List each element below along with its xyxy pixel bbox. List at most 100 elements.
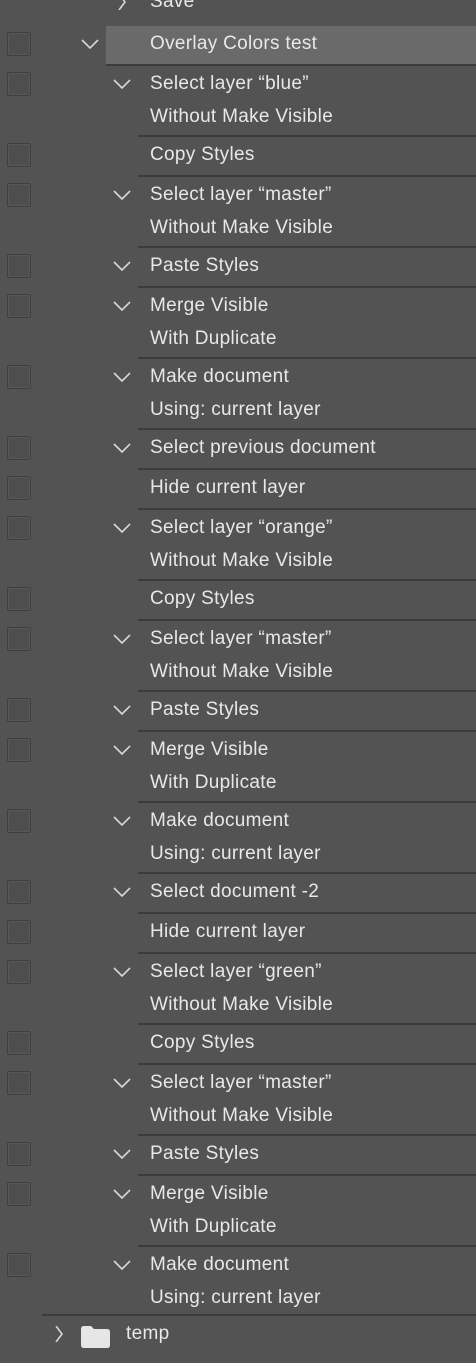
step-row[interactable]: Paste Styles: [0, 1134, 476, 1174]
chevron-down-icon[interactable]: [112, 1174, 132, 1214]
step-detail-row: Without Make Visible: [0, 543, 476, 579]
dialog-toggle-checkbox[interactable]: [7, 1182, 31, 1206]
chevron-down-icon[interactable]: [112, 690, 132, 730]
chevron-down-icon[interactable]: [112, 175, 132, 215]
row-label: Select layer “orange”: [150, 517, 333, 538]
dialog-toggle-checkbox[interactable]: [7, 143, 31, 167]
step-row[interactable]: Hide current layer: [0, 912, 476, 952]
dialog-toggle-checkbox[interactable]: [7, 920, 31, 944]
step-row[interactable]: Select document -2: [0, 872, 476, 912]
step-row[interactable]: Merge Visible: [0, 1174, 476, 1214]
step-detail-row: With Duplicate: [0, 765, 476, 801]
dialog-toggle-checkbox[interactable]: [7, 436, 31, 460]
chevron-right-icon[interactable]: [113, 0, 133, 20]
step-row[interactable]: Select layer “green”: [0, 952, 476, 992]
step-row[interactable]: Copy Styles: [0, 135, 476, 175]
step-row[interactable]: Select layer “master”: [0, 1063, 476, 1103]
chevron-down-icon[interactable]: [112, 64, 132, 104]
actions-panel-list[interactable]: Save Overlay Colors test Select layer “blu…: [0, 0, 476, 1348]
dialog-toggle-checkbox[interactable]: [7, 183, 31, 207]
action-set-row-temp[interactable]: temp: [0, 1314, 476, 1354]
dialog-toggle-checkbox[interactable]: [7, 516, 31, 540]
step-row[interactable]: Select previous document: [0, 428, 476, 468]
step-row[interactable]: Copy Styles: [0, 1023, 476, 1063]
chevron-down-icon[interactable]: [112, 246, 132, 286]
dialog-toggle-checkbox[interactable]: [7, 476, 31, 500]
row-label: Using: current layer: [150, 1287, 321, 1308]
step-row[interactable]: Select layer “master”: [0, 175, 476, 215]
row-label: Paste Styles: [150, 1143, 260, 1164]
step-detail-row: Using: current layer: [0, 392, 476, 428]
row-label: Make document: [150, 1254, 290, 1275]
step-row[interactable]: Make document: [0, 801, 476, 841]
dialog-toggle-checkbox[interactable]: [7, 738, 31, 762]
folder-icon: [81, 1323, 110, 1348]
chevron-down-icon[interactable]: [80, 24, 100, 64]
chevron-down-icon[interactable]: [112, 619, 132, 659]
chevron-down-icon[interactable]: [112, 428, 132, 468]
dialog-toggle-checkbox[interactable]: [7, 72, 31, 96]
chevron-down-icon[interactable]: [112, 508, 132, 548]
dialog-toggle-checkbox[interactable]: [7, 294, 31, 318]
step-row[interactable]: Merge Visible: [0, 286, 476, 326]
step-row[interactable]: Hide current layer: [0, 468, 476, 508]
chevron-down-icon[interactable]: [112, 1245, 132, 1285]
step-row[interactable]: Paste Styles: [0, 690, 476, 730]
row-label: With Duplicate: [150, 772, 277, 793]
step-detail-row: Using: current layer: [0, 1280, 476, 1316]
chevron-down-icon[interactable]: [112, 1063, 132, 1103]
step-row[interactable]: Make document: [0, 357, 476, 397]
row-label: Merge Visible: [150, 295, 269, 316]
dialog-toggle-checkbox[interactable]: [7, 809, 31, 833]
dialog-toggle-checkbox[interactable]: [7, 627, 31, 651]
step-row[interactable]: Merge Visible: [0, 730, 476, 770]
row-label: Overlay Colors test: [150, 33, 318, 54]
step-detail-row: Without Make Visible: [0, 1098, 476, 1134]
row-label: Paste Styles: [150, 255, 260, 276]
step-row[interactable]: Select layer “orange”: [0, 508, 476, 548]
row-label: Copy Styles: [150, 144, 255, 165]
chevron-down-icon[interactable]: [112, 730, 132, 770]
chevron-down-icon[interactable]: [112, 286, 132, 326]
chevron-down-icon[interactable]: [112, 801, 132, 841]
dialog-toggle-checkbox[interactable]: [7, 960, 31, 984]
row-label: Save: [150, 0, 195, 12]
row-label: Without Make Visible: [150, 1105, 334, 1126]
dialog-toggle-checkbox[interactable]: [7, 254, 31, 278]
chevron-down-icon[interactable]: [112, 1134, 132, 1174]
row-label: Without Make Visible: [150, 661, 334, 682]
row-label: Using: current layer: [150, 399, 321, 420]
step-detail-row: Without Make Visible: [0, 654, 476, 690]
dialog-toggle-checkbox[interactable]: [7, 365, 31, 389]
chevron-right-icon[interactable]: [50, 1314, 70, 1354]
action-row-overlay-colors-test[interactable]: Overlay Colors test: [0, 24, 476, 64]
row-label: Copy Styles: [150, 588, 255, 609]
step-row[interactable]: Make document: [0, 1245, 476, 1285]
chevron-down-icon[interactable]: [112, 357, 132, 397]
chevron-down-icon[interactable]: [112, 872, 132, 912]
row-label: With Duplicate: [150, 328, 277, 349]
dialog-toggle-checkbox[interactable]: [7, 587, 31, 611]
row-label: Hide current layer: [150, 921, 306, 942]
dialog-toggle-checkbox[interactable]: [7, 1071, 31, 1095]
step-detail-row: Without Make Visible: [0, 210, 476, 246]
dialog-toggle-checkbox[interactable]: [7, 1142, 31, 1166]
dialog-toggle-checkbox[interactable]: [7, 880, 31, 904]
step-row[interactable]: Select layer “master”: [0, 619, 476, 659]
step-detail-row: Without Make Visible: [0, 99, 476, 135]
dialog-toggle-checkbox[interactable]: [7, 32, 31, 56]
dialog-toggle-checkbox[interactable]: [7, 1253, 31, 1277]
step-row[interactable]: Select layer “blue”: [0, 64, 476, 104]
chevron-down-icon[interactable]: [112, 952, 132, 992]
row-label: Make document: [150, 810, 290, 831]
dialog-toggle-checkbox[interactable]: [7, 698, 31, 722]
action-row-save[interactable]: Save: [0, 0, 476, 20]
dialog-toggle-checkbox[interactable]: [7, 1031, 31, 1055]
row-label: Without Make Visible: [150, 994, 334, 1015]
step-row[interactable]: Copy Styles: [0, 579, 476, 619]
row-divider: [42, 1314, 476, 1316]
row-label: Select layer “master”: [150, 1072, 332, 1093]
row-label: Merge Visible: [150, 739, 269, 760]
step-row[interactable]: Paste Styles: [0, 246, 476, 286]
row-label: Select previous document: [150, 437, 376, 458]
